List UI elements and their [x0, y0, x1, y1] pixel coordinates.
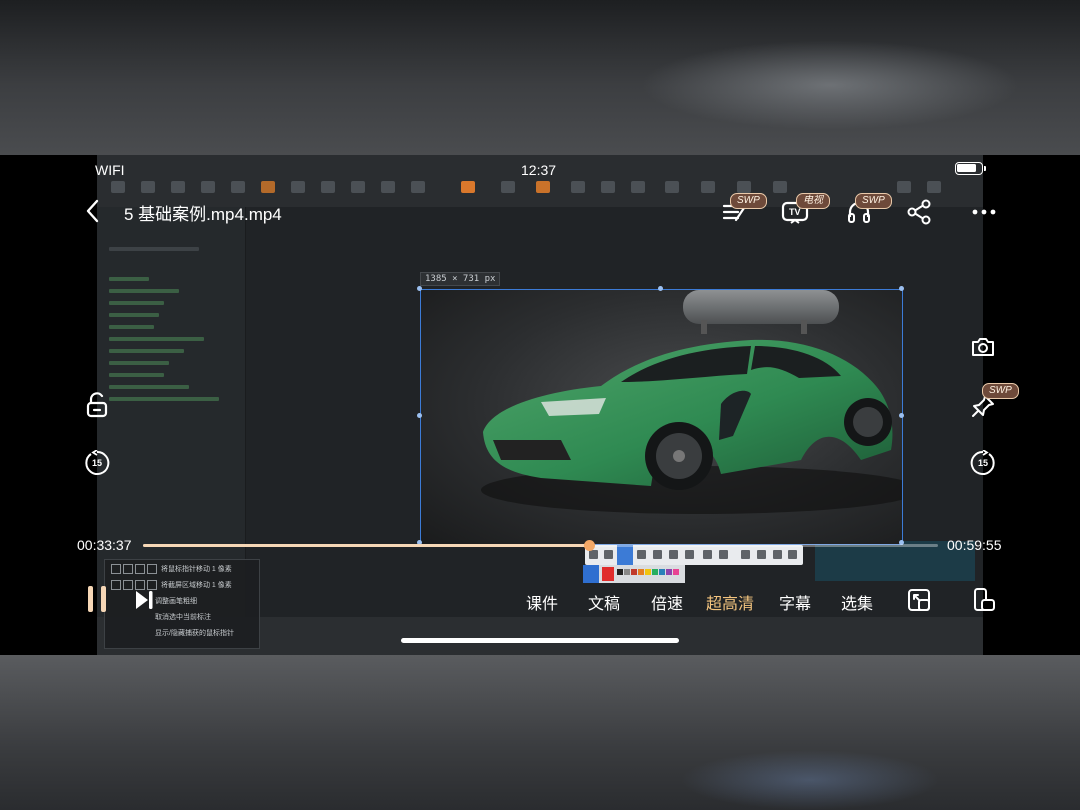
- skip-next-icon: [136, 591, 153, 609]
- shortcut-hint-panel: 将鼠标指针移动 1 像素 将截屏区域移动 1 像素 调整画笔粗细 取消选中当前标…: [104, 559, 260, 649]
- blurred-backdrop-top: [0, 0, 1080, 155]
- video-surface[interactable]: 1385 × 731 px 将鼠标指针移动 1 像素 将截屏区域移动 1 像素 …: [0, 155, 1080, 655]
- share-button[interactable]: [905, 198, 933, 226]
- home-indicator[interactable]: [401, 638, 679, 643]
- menu-subtitles[interactable]: 字幕: [779, 590, 811, 614]
- forward-seconds: 15: [977, 458, 988, 468]
- progress-thumb[interactable]: [583, 540, 595, 551]
- more-icon: [972, 209, 996, 215]
- lock-icon: [86, 392, 108, 418]
- shortcut-text: 显示/隐藏捕获的鼠标指针: [155, 630, 234, 637]
- progress-track[interactable]: [143, 540, 938, 551]
- svg-text:TV: TV: [789, 207, 801, 217]
- screenshot-button[interactable]: [969, 333, 997, 361]
- pin-badge: SWP: [982, 383, 1019, 399]
- viewport-handle[interactable]: [417, 286, 422, 291]
- rotate-button[interactable]: [970, 586, 998, 614]
- viewport-handle[interactable]: [899, 286, 904, 291]
- tv-badge: 电视: [796, 193, 830, 209]
- viewport-handle[interactable]: [899, 413, 904, 418]
- menu-courseware[interactable]: 课件: [526, 590, 558, 614]
- shortcut-text: 取消选中当前标注: [155, 614, 211, 621]
- shortcut-text: 将鼠标指针移动 1 像素: [160, 566, 232, 573]
- shortcut-text: 将截屏区域移动 1 像素: [160, 582, 232, 589]
- rewind-15-button[interactable]: 15: [83, 449, 111, 477]
- chevron-left-icon: [86, 199, 99, 223]
- screen-rotate-icon: [974, 588, 995, 611]
- menu-quality[interactable]: 超高清: [706, 590, 754, 614]
- clock: 12:37: [521, 162, 557, 178]
- menu-transcript[interactable]: 文稿: [588, 590, 620, 614]
- lock-button[interactable]: [83, 390, 111, 420]
- duration-time: 00:59:55: [947, 537, 1002, 553]
- shortcut-text: 调整画笔粗细: [155, 598, 197, 605]
- viewport-handle[interactable]: [417, 413, 422, 418]
- back-button[interactable]: [80, 198, 104, 224]
- pause-icon: [88, 586, 106, 612]
- color-palette[interactable]: [583, 565, 685, 583]
- video-title: 5 基础案例.mp4.mp4: [124, 205, 282, 224]
- notes-badge: SWP: [730, 193, 767, 209]
- menu-episodes[interactable]: 选集: [841, 590, 873, 614]
- capture-size-label: 1385 × 731 px: [420, 272, 501, 286]
- menu-speed[interactable]: 倍速: [651, 590, 683, 614]
- battery-full-icon: [955, 162, 986, 175]
- rewind-seconds: 15: [91, 458, 102, 468]
- annotation-toolbar[interactable]: [585, 545, 803, 565]
- audio-badge: SWP: [855, 193, 892, 209]
- elapsed-time: 00:33:37: [77, 537, 132, 553]
- network-label: WIFI: [95, 162, 125, 178]
- viewport-handle[interactable]: [658, 286, 663, 291]
- blurred-backdrop-bottom: [0, 655, 1080, 810]
- next-button[interactable]: [132, 588, 156, 612]
- pip-button[interactable]: [906, 586, 934, 614]
- camera-icon: [972, 338, 994, 356]
- video-frame: 1385 × 731 px 将鼠标指针移动 1 像素 将截屏区域移动 1 像素 …: [97, 155, 983, 655]
- share-icon: [907, 199, 931, 225]
- render-viewport: [420, 289, 921, 545]
- picture-in-picture-icon: [908, 589, 930, 611]
- progress-fill: [143, 544, 589, 547]
- pause-button[interactable]: [84, 584, 110, 614]
- forward-15-button[interactable]: 15: [969, 449, 997, 477]
- more-button[interactable]: [970, 200, 998, 224]
- car-render-image: [481, 290, 921, 514]
